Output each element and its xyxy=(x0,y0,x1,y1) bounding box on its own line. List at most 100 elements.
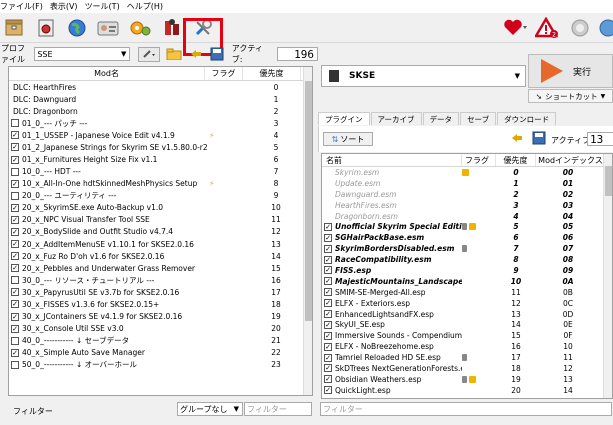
checkbox[interactable]: ✓ xyxy=(11,131,19,140)
plugins-gear-icon[interactable] xyxy=(128,16,152,40)
run-button[interactable]: 実行 xyxy=(528,54,613,88)
menu-help[interactable]: ヘルプ(H) xyxy=(127,1,170,12)
checkbox[interactable]: ✓ xyxy=(324,310,332,319)
checkbox[interactable]: ✓ xyxy=(11,300,19,309)
mod-row[interactable]: ✓ 01_2_Japanese Strings for Skyrim SE v1.… xyxy=(9,141,312,153)
plugin-row[interactable]: ✓ SGHairPackBase.esm 6 06 xyxy=(322,232,612,243)
mod-row[interactable]: ✓ 20_x_BodySlide and Outfit Studio v4.7.4… xyxy=(9,226,312,238)
plugin-row[interactable]: ✓ SkyUI_SE.esp 14 0E xyxy=(322,319,612,330)
mod-row[interactable]: ✓ 20_x_NPC Visual Transfer Tool SSE 11 xyxy=(9,214,312,226)
create-backup-icon[interactable] xyxy=(532,131,548,145)
help-icon[interactable] xyxy=(598,16,613,40)
mod-row[interactable]: ✓ 01_1_USSEP - Japanese Voice Edit v4.1.9… xyxy=(9,129,312,141)
checkbox[interactable]: ✓ xyxy=(11,312,19,321)
mod-row[interactable]: 40_0_----------- ↓ セーブデータ 21 xyxy=(9,335,312,347)
checkbox[interactable]: ✓ xyxy=(324,255,332,264)
mod-row[interactable]: ✓ 20_x_AddItemMenuSE v1.10.1 for SKSE2.0.… xyxy=(9,238,312,250)
executables-icon[interactable] xyxy=(160,16,184,40)
mod-row[interactable]: ✓ 01_x_Furnitures Height Size Fix v1.1 6 xyxy=(9,153,312,165)
mod-row[interactable]: 01_0_--- パッチ --- 3 xyxy=(9,117,312,129)
heart-icon[interactable] xyxy=(503,16,527,40)
plugin-row[interactable]: ✓ SMIM-SE-Merged-All.esp 11 0B xyxy=(322,287,612,298)
checkbox[interactable]: ✓ xyxy=(324,233,332,242)
plugin-row[interactable]: Dawnguard.esm 2 02 xyxy=(322,189,612,200)
column-mod-name[interactable]: Mod名 xyxy=(9,67,205,80)
checkbox[interactable] xyxy=(11,167,19,176)
menu-view[interactable]: 表示(V) xyxy=(50,1,85,12)
update-icon[interactable] xyxy=(568,16,592,40)
tab-plugins[interactable]: プラグイン xyxy=(318,112,370,125)
open-folder-icon[interactable] xyxy=(165,47,183,62)
plugin-row[interactable]: ✓MajesticMountains_Landscape.esm 10 0A xyxy=(322,276,612,287)
checkbox[interactable]: ✓ xyxy=(324,320,332,329)
checkbox[interactable]: ✓ xyxy=(324,266,332,275)
menu-tools[interactable]: ツール(T) xyxy=(85,1,127,12)
checkbox[interactable]: ✓ xyxy=(11,348,19,357)
checkbox[interactable]: ✓ xyxy=(11,143,19,152)
mod-row[interactable]: DLC: HearthFires 0 xyxy=(9,81,312,93)
mod-row[interactable]: ✓ 30_x_JContainers SE v4.1.9 for SKSE2.0.… xyxy=(9,310,312,322)
column-priority[interactable]: 優先度 xyxy=(243,67,301,80)
mod-row[interactable]: 50_0_----------- ↓ オーバーホール 23 xyxy=(9,359,312,371)
mod-list[interactable]: Mod名 フラグ 優先度 DLC: HearthFires 0 DLC: Dawng… xyxy=(8,66,313,396)
plugin-row[interactable]: ✓ Immersive Sounds - Compendium... 15 0F xyxy=(322,330,612,341)
mod-row[interactable]: ✓ 20_x_Pebbles and Underwater Grass Remov… xyxy=(9,262,312,274)
checkbox[interactable]: ✓ xyxy=(11,252,19,261)
checkbox[interactable]: ✓ xyxy=(11,215,19,224)
column-flags[interactable]: フラグ xyxy=(205,67,243,80)
checkbox[interactable]: ✓ xyxy=(324,244,332,253)
mod-row[interactable]: ✓ 30_x_PapyrusUtil SE v3.7b for SKSE2.0.1… xyxy=(9,286,312,298)
checkbox[interactable]: ✓ xyxy=(11,203,19,212)
checkbox[interactable] xyxy=(11,360,19,369)
column-mod-index[interactable]: Modインデックス xyxy=(536,154,606,166)
shortcut-button[interactable]: ➘ ショートカット ▼ xyxy=(528,89,613,103)
mod-row[interactable]: ✓ 20_x_Fuz Ro D'oh v1.6 for SKSE2.0.16 14 xyxy=(9,250,312,262)
executable-select[interactable]: SKSE ▼ xyxy=(321,65,526,87)
plugin-row[interactable]: Update.esm 1 01 xyxy=(322,178,612,189)
checkbox[interactable]: ✓ xyxy=(324,364,332,373)
sort-button[interactable]: ⇅ ソート xyxy=(323,132,373,146)
plugin-row[interactable]: ✓ Tamriel Reloaded HD SE.esp 17 11 xyxy=(322,352,612,363)
mod-row[interactable]: ✓ 30_x_Console Util SSE v3.0 20 xyxy=(9,323,312,335)
mod-filter-input[interactable]: フィルター xyxy=(244,402,312,416)
tab-saves[interactable]: セーブ xyxy=(460,112,497,125)
mod-row[interactable]: 20_0_--- ユーティリティ --- 9 xyxy=(9,190,312,202)
checkbox[interactable]: ✓ xyxy=(324,277,332,286)
mod-row[interactable]: ✓ 10_x_All-In-One hdtSkinnedMeshPhysics S… xyxy=(9,178,312,190)
checkbox[interactable] xyxy=(11,191,19,200)
checkbox[interactable] xyxy=(11,276,19,285)
profiles-icon[interactable] xyxy=(96,16,120,40)
create-backup-icon[interactable] xyxy=(208,47,226,62)
mod-row[interactable]: ✓ 40_x_Simple Auto Save Manager 22 xyxy=(9,347,312,359)
plugin-row[interactable]: ✓ Obsidian Weathers.esp 19 13 xyxy=(322,374,612,385)
menu-file[interactable]: ファイル(F) xyxy=(0,1,50,12)
plugin-row[interactable]: ✓ ELFX - NoBreezehome.esp 16 10 xyxy=(322,341,612,352)
scrollbar-thumb[interactable] xyxy=(305,81,312,321)
plugin-row[interactable]: ✓ EnhancedLightsandFX.esp 13 0D xyxy=(322,309,612,320)
checkbox[interactable]: ✓ xyxy=(324,386,332,395)
checkbox[interactable]: ✓ xyxy=(324,331,332,340)
checkbox[interactable] xyxy=(11,336,19,345)
group-select[interactable]: グループなし ▼ xyxy=(177,402,243,416)
checkbox[interactable]: ✓ xyxy=(11,324,19,333)
plugin-row[interactable]: ✓ SkDTrees NextGenerationForests.e... 18 12 xyxy=(322,363,612,374)
plugin-row[interactable]: ✓Unofficial Skyrim Special Edition ... 5 0… xyxy=(322,221,612,232)
checkbox[interactable]: ✓ xyxy=(324,342,332,351)
checkbox[interactable]: ✓ xyxy=(11,240,19,249)
checkbox[interactable]: ✓ xyxy=(11,264,19,273)
plugin-row[interactable]: ✓ SkyrimBordersDisabled.esm 7 07 xyxy=(322,243,612,254)
mod-row[interactable]: 30_0_--- リソース・チュートリアル --- 16 xyxy=(9,274,312,286)
checkbox[interactable]: ✓ xyxy=(324,375,332,384)
plugin-row[interactable]: ✓ FISS.esp 9 09 xyxy=(322,265,612,276)
checkbox[interactable] xyxy=(11,119,19,128)
plugin-row[interactable]: ✓ QuickLight.esp 20 14 xyxy=(322,385,612,396)
column-priority[interactable]: 優先度 xyxy=(496,154,536,166)
plugin-row[interactable]: HearthFires.esm 3 03 xyxy=(322,200,612,211)
column-name[interactable]: 名前 xyxy=(322,154,462,166)
restore-backup-icon[interactable] xyxy=(509,132,525,146)
mod-row[interactable]: ✓ 20_x_SkyrimSE.exe Auto-Backup v1.0 10 xyxy=(9,202,312,214)
instance-icon[interactable] xyxy=(34,16,58,40)
plugin-filter-input[interactable]: フィルター xyxy=(320,402,612,416)
checkbox[interactable]: ✓ xyxy=(324,299,332,308)
plugin-list[interactable]: 名前 フラグ 優先度 Modインデックス Skyrim.esm 0 00 Update… xyxy=(321,153,613,399)
